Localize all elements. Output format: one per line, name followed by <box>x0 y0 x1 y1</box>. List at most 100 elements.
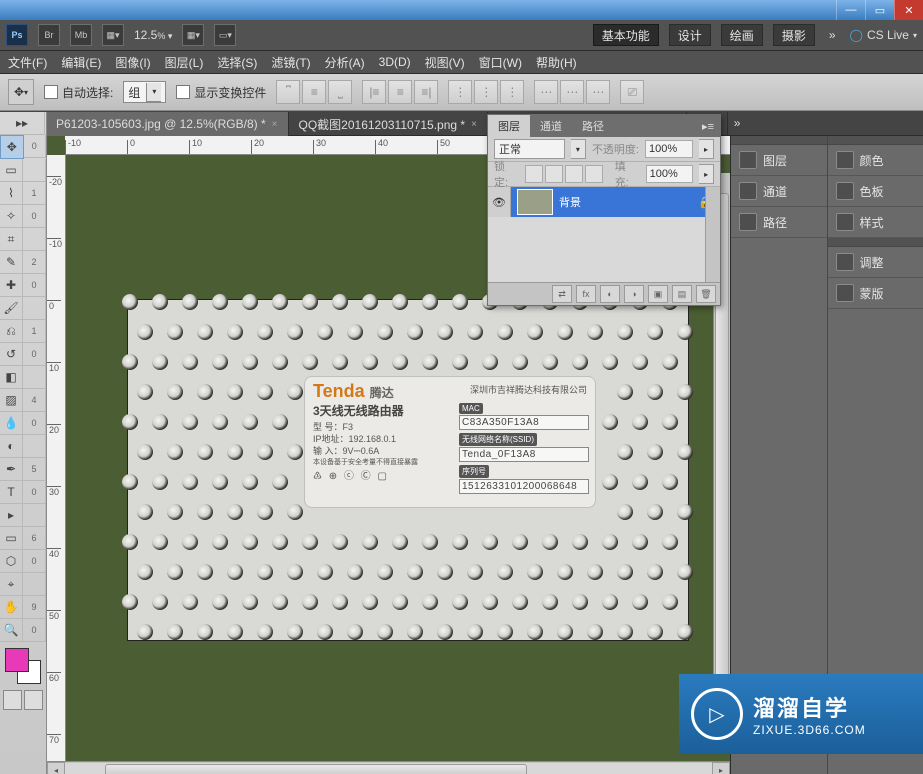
doc-tab-1[interactable]: QQ截图20161203110715.png *× <box>289 112 488 136</box>
show-transform-checkbox[interactable]: 显示变换控件 <box>176 84 266 101</box>
dist-3-icon[interactable]: ⋮ <box>500 80 524 104</box>
zoom-level[interactable]: 12.5% ▾ <box>134 28 172 42</box>
panel-tab-paths[interactable]: 路径 <box>572 115 614 137</box>
gradient-tool[interactable]: ▨ <box>0 389 23 412</box>
layer-name[interactable]: 背景 <box>559 194 581 210</box>
panel-tab-layers[interactable]: 图层 <box>488 115 530 137</box>
workspace-more[interactable]: » <box>829 28 836 42</box>
close-icon[interactable]: × <box>272 119 278 130</box>
screen-mode-icon[interactable]: ▭▾ <box>214 24 236 46</box>
stamp-tool[interactable]: ⎌ <box>0 320 23 343</box>
dock-channels[interactable]: 通道 <box>731 176 827 207</box>
pen-tool[interactable]: ✒ <box>0 458 23 481</box>
dist-5-icon[interactable]: ⋯ <box>560 80 584 104</box>
align-hcenter-icon[interactable]: ≡ <box>388 80 412 104</box>
dodge-tool[interactable]: ◐ <box>0 435 23 458</box>
menu-view[interactable]: 视图(V) <box>425 54 465 71</box>
close-icon[interactable]: × <box>471 119 477 130</box>
auto-align-icon[interactable]: ⎚ <box>620 80 644 104</box>
fx-icon[interactable]: fx <box>576 285 596 303</box>
trash-icon[interactable]: 🗑 <box>696 285 716 303</box>
fill-input[interactable]: 100% <box>646 165 694 183</box>
history-brush-tool[interactable]: ↺ <box>0 343 23 366</box>
window-minimize-button[interactable]: — <box>836 0 865 20</box>
align-vcenter-icon[interactable]: ≡ <box>302 80 326 104</box>
align-left-icon[interactable]: |≡ <box>362 80 386 104</box>
window-maximize-button[interactable]: ▭ <box>865 0 894 20</box>
3d-tool[interactable]: ⬡ <box>0 550 23 573</box>
wand-tool[interactable]: ✧ <box>0 205 23 228</box>
zoom-tool[interactable]: 🔍 <box>0 619 23 642</box>
dist-6-icon[interactable]: ⋯ <box>586 80 610 104</box>
workspace-painting[interactable]: 绘画 <box>721 24 763 46</box>
type-tool[interactable]: T <box>0 481 23 504</box>
workspace-photography[interactable]: 摄影 <box>773 24 815 46</box>
photoshop-icon[interactable]: Ps <box>6 24 28 46</box>
eyedropper-tool[interactable]: ✎ <box>0 251 23 274</box>
workspace-design[interactable]: 设计 <box>669 24 711 46</box>
move-tool-icon[interactable]: ✥▾ <box>8 79 34 105</box>
layers-panel[interactable]: 图层 通道 路径 ▸≡ 正常▾ 不透明度: 100%▸ 锁定: 填充: 100%… <box>487 114 721 306</box>
doc-tab-0[interactable]: P61203-105603.jpg @ 12.5%(RGB/8) *× <box>46 112 289 136</box>
move-tool[interactable]: ✥ <box>0 135 24 159</box>
layer-row[interactable]: 👁 背景 🔒 <box>488 187 720 217</box>
toolbox-grip[interactable]: ▸▸ <box>0 112 45 135</box>
blend-mode-dropdown[interactable]: 正常 <box>494 139 565 159</box>
blur-tool[interactable]: 💧 <box>0 412 23 435</box>
menu-image[interactable]: 图像(I) <box>115 54 150 71</box>
shape-tool[interactable]: ▭ <box>0 527 23 550</box>
workspace-essentials[interactable]: 基本功能 <box>593 24 659 46</box>
layer-list[interactable]: 👁 背景 🔒 <box>488 187 720 282</box>
foreground-color[interactable] <box>5 648 29 672</box>
visibility-icon[interactable]: 👁 <box>488 187 511 217</box>
crop-tool[interactable]: ⌗ <box>0 228 23 251</box>
quickmask-toggle[interactable] <box>3 690 43 710</box>
lock-buttons[interactable] <box>525 165 603 183</box>
dist-2-icon[interactable]: ⋮ <box>474 80 498 104</box>
panel-menu-icon[interactable]: ▸≡ <box>696 115 720 137</box>
cs-live-button[interactable]: ◯CS Live▾ <box>850 28 917 42</box>
layer-list-scrollbar[interactable] <box>705 187 720 282</box>
panel-tab-channels[interactable]: 通道 <box>530 115 572 137</box>
dock-styles[interactable]: 样式 <box>828 207 923 238</box>
dist-4-icon[interactable]: ⋯ <box>534 80 558 104</box>
group-icon[interactable]: ▣ <box>648 285 668 303</box>
menu-help[interactable]: 帮助(H) <box>536 54 577 71</box>
bridge-icon[interactable]: Br <box>38 24 60 46</box>
align-top-icon[interactable]: ⎴ <box>276 80 300 104</box>
auto-select-checkbox[interactable]: 自动选择: <box>44 84 113 101</box>
menu-select[interactable]: 选择(S) <box>217 54 257 71</box>
color-swatch[interactable] <box>3 646 43 686</box>
new-layer-icon[interactable]: ▤ <box>672 285 692 303</box>
hand-tool[interactable]: ✋ <box>0 596 23 619</box>
3d-camera-tool[interactable]: ⌖ <box>0 573 23 596</box>
dock-layers[interactable]: 图层 <box>731 145 827 176</box>
doc-tabs-overflow[interactable]: » <box>728 111 747 135</box>
menu-filter[interactable]: 滤镜(T) <box>271 54 310 71</box>
view-extras-icon[interactable]: ▦▾ <box>102 24 124 46</box>
opacity-input[interactable]: 100% <box>645 140 693 158</box>
dock-paths[interactable]: 路径 <box>731 207 827 238</box>
link-layers-icon[interactable]: ⇄ <box>552 285 572 303</box>
menu-window[interactable]: 窗口(W) <box>479 54 522 71</box>
menu-layer[interactable]: 图层(L) <box>165 54 204 71</box>
canvas-scrollbar-h[interactable]: ◂▸ <box>47 761 730 774</box>
align-right-icon[interactable]: ≡| <box>414 80 438 104</box>
window-close-button[interactable]: ✕ <box>894 0 923 20</box>
dist-1-icon[interactable]: ⋮ <box>448 80 472 104</box>
adjustment-layer-icon[interactable]: ◑ <box>624 285 644 303</box>
menu-3d[interactable]: 3D(D) <box>379 55 411 69</box>
layer-thumbnail[interactable] <box>517 189 553 215</box>
dock-adjustments[interactable]: 调整 <box>828 247 923 278</box>
dock-masks[interactable]: 蒙版 <box>828 278 923 309</box>
path-select-tool[interactable]: ▸ <box>0 504 23 527</box>
brush-tool[interactable]: 🖌 <box>0 297 23 320</box>
mask-icon[interactable]: ◐ <box>600 285 620 303</box>
menu-edit[interactable]: 编辑(E) <box>61 54 101 71</box>
marquee-tool[interactable]: ▭ <box>0 159 23 182</box>
align-bottom-icon[interactable]: ⎵ <box>328 80 352 104</box>
dock-swatches[interactable]: 色板 <box>828 176 923 207</box>
eraser-tool[interactable]: ◧ <box>0 366 23 389</box>
lasso-tool[interactable]: ⌇ <box>0 182 23 205</box>
auto-select-target-dropdown[interactable]: 组▾ <box>123 81 166 103</box>
